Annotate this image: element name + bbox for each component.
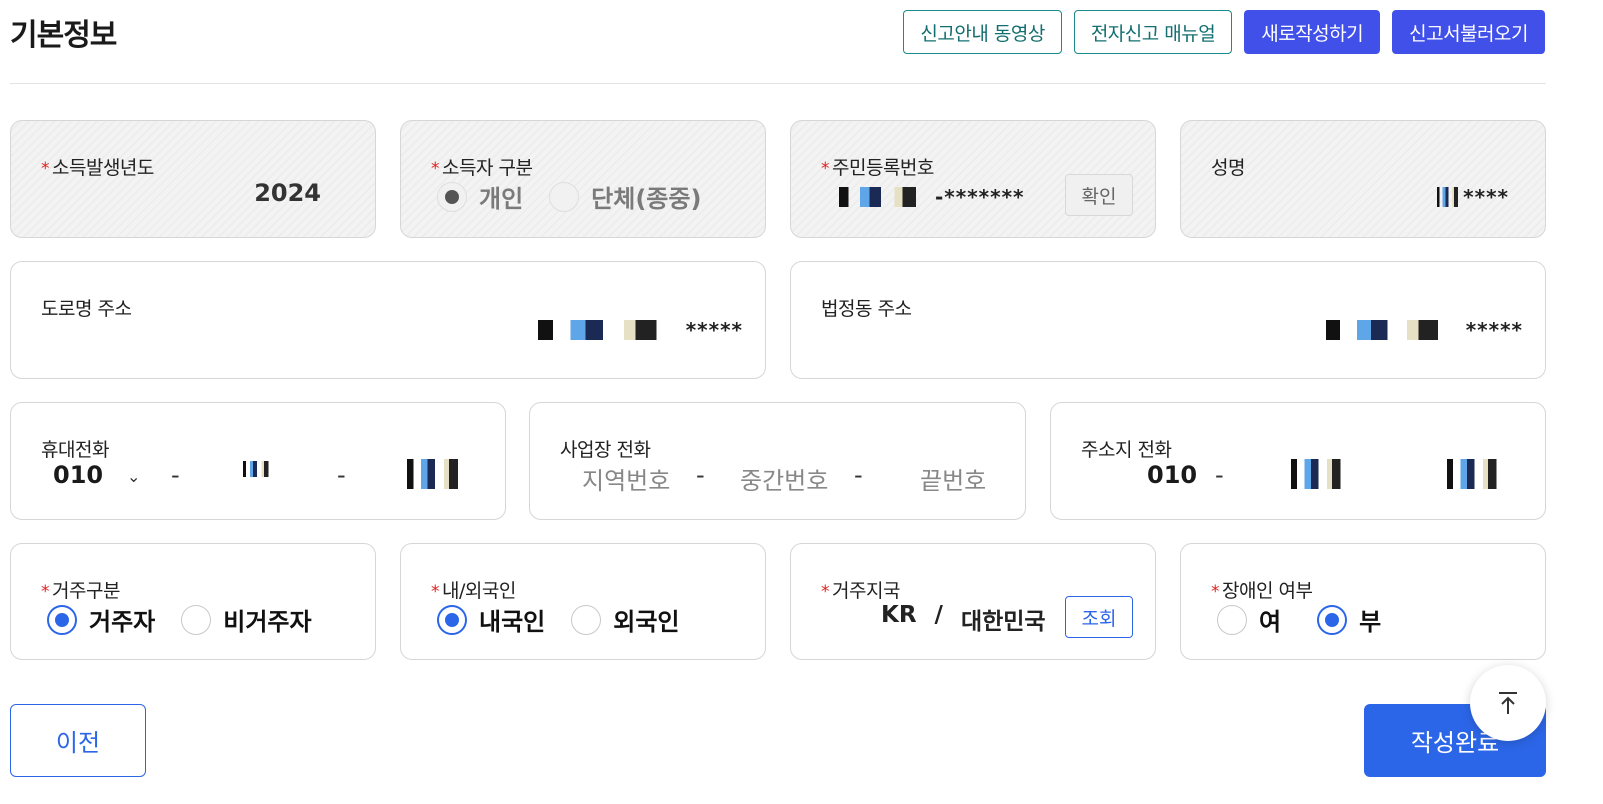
masked-block [1437,187,1464,207]
home-prefix-select[interactable]: 010 [1147,461,1197,489]
rrn-value: -******* [839,185,1025,209]
country-name: 대한민국 [960,609,1046,635]
mobile-last-input[interactable] [407,459,471,489]
mobile-card: 휴대전화 010 ⌄ - - [10,402,506,520]
last-number-input[interactable]: 끝번호 [920,461,986,496]
radio-no[interactable] [1317,604,1348,635]
road-address-value[interactable]: ***** [537,318,743,342]
home-middle-input[interactable] [1291,459,1353,489]
scroll-top-button[interactable] [1470,665,1546,741]
required-mark: * [1211,582,1220,602]
dash: - [1215,461,1224,489]
dash: - [171,461,180,489]
separator: / [934,602,943,628]
top-action-bar: 신고안내 동영상 전자신고 매뉴얼 새로작성하기 신고서불러오기 [903,10,1545,54]
radio-resident-label[interactable]: 거주자 [89,602,155,637]
residence-country-card: * 거주지국 KR / 대한민국 조회 [790,543,1156,660]
radio-individual-label: 개인 [479,185,524,213]
required-mark: * [821,582,830,602]
masked-block [537,320,686,340]
income-year-card: * 소득발생년도 2024 [10,120,376,238]
manual-button[interactable]: 전자신고 매뉴얼 [1073,10,1233,54]
radio-nonresident-label[interactable]: 비거주자 [223,602,311,637]
required-mark: * [431,582,440,602]
country-lookup-button[interactable]: 조회 [1065,596,1133,638]
radio-yes-label[interactable]: 여 [1259,602,1281,637]
name-label: 성명 [1211,157,1245,179]
nationality-radios: 내국인 외국인 [437,602,706,637]
legal-address-label: 법정동 주소 [821,298,912,320]
middle-number-input[interactable]: 중간번호 [740,461,828,496]
earner-type-radios: 개인 단체(종중) [437,179,727,214]
rrn-card: * 주민등록번호 -******* 확인 [790,120,1156,238]
earner-type-card: * 소득자 구분 개인 단체(종중) [400,120,766,238]
home-phone-card: 주소지 전화 010 - [1050,402,1546,520]
disability-radios: 여 부 [1217,602,1407,637]
nationality-card: * 내/외국인 내국인 외국인 [400,543,766,660]
dash: - [854,461,863,489]
work-phone-label: 사업장 전화 [560,439,651,461]
residence-country-value: KR / 대한민국 [881,602,1046,636]
masked-block [1325,320,1466,340]
radio-resident[interactable] [47,604,77,635]
earner-type-label: 소득자 구분 [442,157,533,179]
road-address-label: 도로명 주소 [41,298,132,320]
guide-video-button[interactable]: 신고안내 동영상 [903,10,1062,54]
radio-domestic[interactable] [437,604,467,635]
income-year-value: 2024 [254,179,321,207]
basic-info-page: 기본정보 신고안내 동영상 전자신고 매뉴얼 새로작성하기 신고서불러오기 * 소… [0,0,1603,804]
home-last-input[interactable] [1447,459,1509,489]
disability-card: * 장애인 여부 여 부 [1180,543,1546,660]
rrn-masked: -******* [935,185,1025,209]
radio-group-label: 단체(종중) [591,185,702,213]
name-masked: **** [1463,185,1509,209]
radio-yes[interactable] [1217,604,1247,635]
road-address-card: 도로명 주소 ***** [10,261,766,379]
name-card: 성명 **** [1180,120,1546,238]
residence-type-radios: 거주자 비거주자 [47,602,338,637]
residence-type-card: * 거주구분 거주자 비거주자 [10,543,376,660]
arrow-up-icon [1499,692,1517,714]
legal-address-masked: ***** [1465,318,1523,342]
radio-foreign-label[interactable]: 외국인 [613,602,679,637]
load-form-button[interactable]: 신고서불러오기 [1392,10,1545,54]
rrn-confirm-button[interactable]: 확인 [1065,174,1133,216]
name-value: **** [1437,185,1509,209]
radio-individual [437,181,467,212]
residence-country-label: 거주지국 [832,580,900,602]
home-phone-label: 주소지 전화 [1081,439,1172,461]
country-code: KR [881,602,917,628]
prev-button[interactable]: 이전 [10,704,146,777]
road-address-masked: ***** [685,318,743,342]
required-mark: * [41,582,50,602]
masked-block [839,187,935,207]
radio-foreign[interactable] [571,604,602,635]
radio-no-label[interactable]: 부 [1359,602,1381,637]
new-form-button[interactable]: 새로작성하기 [1244,10,1381,54]
required-mark: * [821,159,830,179]
dash: - [696,461,705,489]
area-code-input[interactable]: 지역번호 [582,461,670,496]
required-mark: * [431,159,440,179]
radio-domestic-label[interactable]: 내국인 [479,602,545,637]
required-mark: * [41,159,50,179]
disability-label: 장애인 여부 [1222,580,1313,602]
chevron-down-icon[interactable]: ⌄ [127,467,140,486]
mobile-middle-input[interactable] [243,461,275,477]
work-phone-card: 사업장 전화 지역번호 - 중간번호 - 끝번호 [529,402,1026,520]
income-year-label: 소득발생년도 [52,157,154,179]
residence-type-label: 거주구분 [52,580,120,602]
dash: - [337,461,346,489]
mobile-label: 휴대전화 [41,439,109,461]
legal-address-value[interactable]: ***** [1325,318,1523,342]
rrn-label: 주민등록번호 [832,157,934,179]
divider [10,83,1546,84]
mobile-prefix-select[interactable]: 010 [53,461,103,489]
nationality-label: 내/외국인 [442,580,516,602]
legal-address-card: 법정동 주소 ***** [790,261,1546,379]
radio-nonresident[interactable] [181,604,212,635]
page-title: 기본정보 [10,18,117,53]
radio-group [549,181,580,212]
